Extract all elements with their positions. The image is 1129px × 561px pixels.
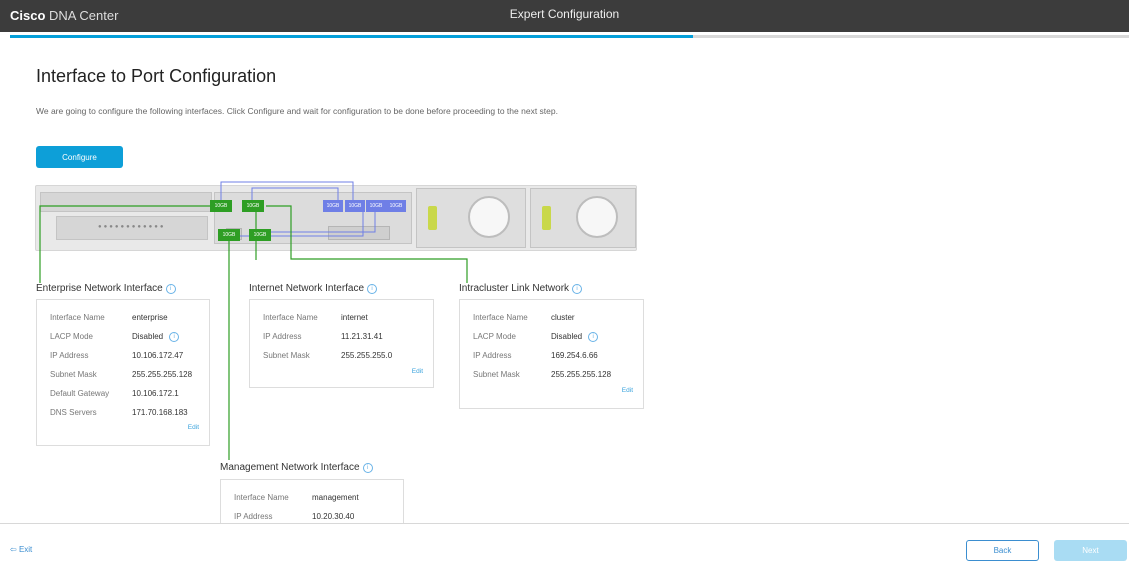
power-supply-latch [542, 206, 551, 230]
edit-link[interactable]: Edit [412, 368, 423, 375]
server-port-slot [328, 226, 390, 240]
field-value: 255.255.255.0 [341, 351, 393, 360]
port-10gb: 10GB [366, 200, 386, 212]
field-value: 10.106.172.1 [132, 389, 179, 398]
footer [0, 524, 1129, 559]
field-value: 169.254.6.66 [551, 351, 598, 360]
field-label: IP Address [50, 351, 89, 360]
info-icon[interactable]: i [169, 332, 180, 342]
progress-bar-fill [10, 35, 693, 38]
intracluster-interface-title: Intracluster Link Network i [459, 283, 583, 294]
exit-link[interactable]: ⇦ Exit [10, 545, 32, 554]
field-value: 10.20.30.40 [312, 512, 355, 521]
field-value: 255.255.255.128 [132, 370, 193, 379]
field-label: LACP Mode [50, 332, 93, 341]
port-10gb-management: 10GB [218, 229, 240, 241]
port-10gb-cluster: 10GB [249, 229, 271, 241]
port-10gb-enterprise: 10GB [210, 200, 232, 212]
intracluster-interface-card: Interface Name cluster LACP Mode Disabled i… [459, 299, 644, 409]
enterprise-interface-card: Interface Name enterprise LACP Mode Disabl… [36, 299, 210, 446]
exit-label: Exit [18, 545, 33, 554]
field-label: IP Address [234, 512, 273, 521]
field-value: 255.255.255.128 [551, 370, 612, 379]
field-label: Interface Name [263, 313, 318, 322]
back-button[interactable]: Back [966, 540, 1039, 561]
internet-interface-title-text: Internet Network Interface [249, 283, 365, 294]
workflow-title: Expert Configuration [509, 7, 620, 21]
management-interface-title-text: Management Network Interface [220, 462, 360, 473]
intracluster-interface-title-text: Intracluster Link Network [459, 283, 570, 294]
page-description: We are going to configure the following … [36, 106, 558, 116]
enterprise-interface-title-text: Enterprise Network Interface [36, 283, 163, 294]
server-vent: ●●●●●●●●●●●● [98, 224, 166, 230]
field-label: DNS Servers [50, 408, 97, 417]
field-label: Interface Name [50, 313, 105, 322]
field-label: Subnet Mask [473, 370, 520, 379]
server-bay [40, 192, 212, 212]
field-label: IP Address [473, 351, 512, 360]
info-icon[interactable]: i [367, 284, 378, 294]
page-title: Interface to Port Configuration [36, 66, 277, 86]
server-front-panel-image: ●●●●●●●●●●●● [35, 185, 637, 251]
top-bar: Cisco DNA Center Expert Configuration [0, 0, 1129, 32]
power-supply-fan [468, 196, 510, 238]
port-10gb: 10GB [345, 200, 365, 212]
field-value: 10.106.172.47 [132, 351, 184, 360]
field-value: 171.70.168.183 [132, 408, 188, 417]
field-label: Subnet Mask [263, 351, 310, 360]
field-value: Disabled [132, 332, 164, 341]
info-icon[interactable]: i [588, 332, 599, 342]
port-10gb: 10GB [386, 200, 406, 212]
field-label: Interface Name [473, 313, 528, 322]
field-label: IP Address [263, 332, 302, 341]
next-button[interactable]: Next [1054, 540, 1127, 561]
info-icon[interactable]: i [362, 463, 373, 473]
field-value: management [312, 493, 359, 502]
management-interface-title: Management Network Interface i [220, 462, 373, 473]
configure-button[interactable]: Configure [36, 146, 123, 168]
info-icon[interactable]: i [572, 284, 583, 294]
internet-interface-title: Internet Network Interface i [249, 283, 378, 294]
power-supply-fan [576, 196, 618, 238]
edit-link[interactable]: Edit [622, 387, 633, 394]
field-label: Default Gateway [50, 389, 110, 398]
field-value: enterprise [132, 313, 168, 322]
enterprise-interface-title: Enterprise Network Interface i [36, 283, 176, 294]
port-10gb-internet: 10GB [242, 200, 264, 212]
progress-bar [10, 35, 1129, 38]
info-icon[interactable]: i [165, 284, 176, 294]
field-label: LACP Mode [473, 332, 516, 341]
field-value: cluster [551, 313, 575, 322]
port-10gb: 10GB [323, 200, 343, 212]
field-value: internet [341, 313, 368, 322]
edit-link[interactable]: Edit [188, 424, 199, 431]
field-label: Interface Name [234, 493, 289, 502]
field-value: Disabled [551, 332, 583, 341]
field-label: Subnet Mask [50, 370, 97, 379]
field-value: 11.21.31.41 [341, 332, 383, 341]
power-supply-latch [428, 206, 437, 230]
internet-interface-card: Interface Name internet IP Address 11.21.3… [249, 299, 434, 388]
exit-icon: ⇦ [10, 545, 17, 554]
